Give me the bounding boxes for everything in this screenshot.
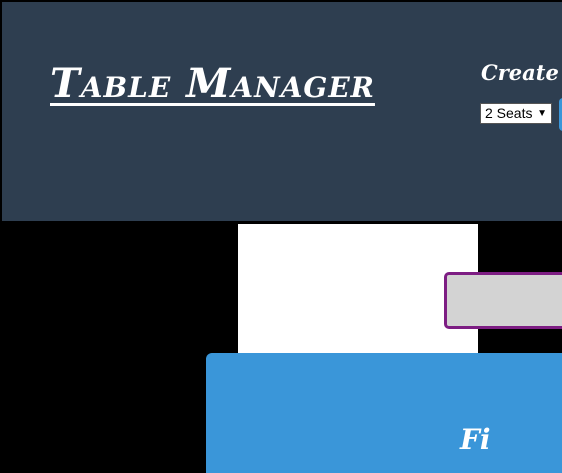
floor-panel-title: Fi — [460, 423, 491, 456]
chevron-down-icon: ▼ — [537, 108, 547, 119]
app-title: Table Manager — [50, 60, 375, 107]
table-card[interactable] — [444, 272, 562, 329]
seats-select[interactable]: 2 Seats ▼ — [480, 103, 552, 124]
table-panel — [238, 224, 478, 354]
create-table-label: Create T — [481, 60, 562, 85]
seats-select-value: 2 Seats — [485, 105, 533, 121]
app-header: Table Manager Create T 2 Seats ▼ — [2, 2, 562, 221]
floor-panel: Fi — [206, 353, 562, 473]
